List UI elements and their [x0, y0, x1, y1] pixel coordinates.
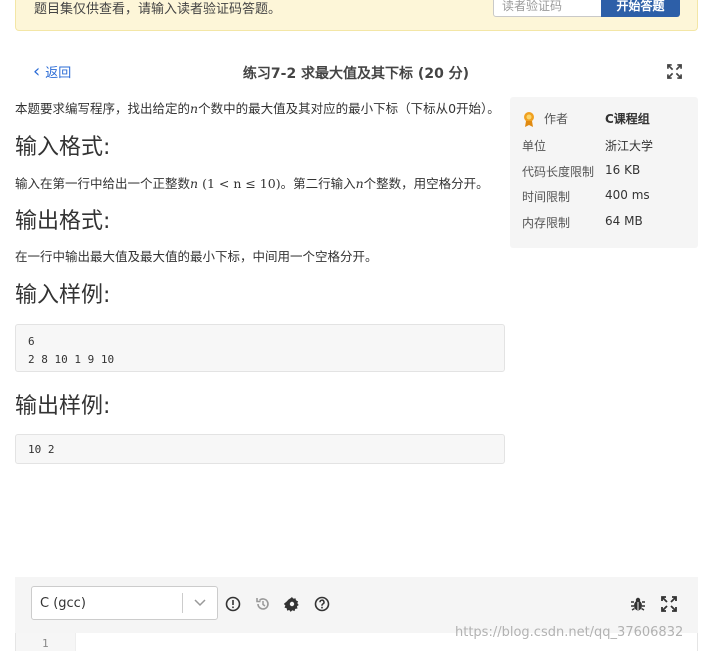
editor-fullscreen-icon[interactable]: [661, 596, 677, 612]
info-code-length-row: 代码长度限制 16 KB: [522, 163, 641, 179]
problem-info-card: 作者 C课程组 单位 浙江大学 代码长度限制 16 KB 时间限制 400 ms…: [510, 97, 698, 248]
language-select[interactable]: C (gcc): [31, 586, 218, 620]
watermark: https://blog.csdn.net/qq_37606832: [455, 625, 684, 640]
start-answer-button[interactable]: 开始答题: [601, 0, 680, 17]
bug-icon[interactable]: [630, 596, 646, 612]
output-format-heading: 输出格式:: [15, 209, 111, 234]
help-icon[interactable]: [314, 596, 330, 612]
author-value: C课程组: [605, 112, 650, 126]
history-icon[interactable]: [255, 596, 271, 612]
language-value: C (gcc): [40, 595, 86, 611]
reader-code-input[interactable]: [493, 0, 603, 17]
sample-input-heading: 输入样例:: [15, 283, 111, 308]
sample-output-heading: 输出样例:: [15, 394, 111, 419]
medal-icon: [524, 111, 534, 127]
info-time-row: 时间限制 400 ms: [522, 188, 650, 204]
line-number: 1: [42, 637, 49, 650]
reader-code-banner: 题目集仅供查看，请输入读者验证码答题。 开始答题: [15, 0, 698, 31]
time-limit-value: 400 ms: [605, 188, 650, 202]
line-gutter: 1: [16, 633, 76, 651]
input-format-heading: 输入格式:: [15, 135, 111, 160]
input-format-text: 输入在第一行中给出一个正整数n (1 < n ≤ 10)。第二行输入n个整数，用…: [15, 176, 489, 191]
banner-message: 题目集仅供查看，请输入读者验证码答题。: [34, 2, 282, 17]
problem-intro: 本题要求编写程序，找出给定的n个数中的最大值及其对应的最小下标（下标从0开始）。: [15, 101, 500, 116]
info-memory-row: 内存限制 64 MB: [522, 214, 643, 230]
code-length-value: 16 KB: [605, 163, 641, 177]
memory-limit-value: 64 MB: [605, 214, 643, 228]
output-format-text: 在一行中输出最大值及最大值的最小下标，中间用一个空格分开。: [15, 249, 378, 264]
chevron-down-icon[interactable]: [183, 599, 217, 607]
sample-input-code: 6 2 8 10 1 9 10: [15, 324, 505, 372]
fullscreen-icon[interactable]: [667, 64, 682, 79]
gear-icon[interactable]: [284, 596, 300, 612]
unit-value: 浙江大学: [605, 139, 654, 153]
problem-title: 练习7-2 求最大值及其下标 (20 分): [242, 66, 470, 82]
sample-output-code: 10 2: [15, 434, 505, 464]
info-unit-row: 单位 浙江大学: [522, 139, 654, 153]
info-icon[interactable]: [225, 596, 241, 612]
info-author-row: 作者 C课程组: [522, 110, 650, 127]
problem-description: 本题要求编写程序，找出给定的n个数中的最大值及其对应的最小下标（下标从0开始）。…: [15, 98, 505, 464]
